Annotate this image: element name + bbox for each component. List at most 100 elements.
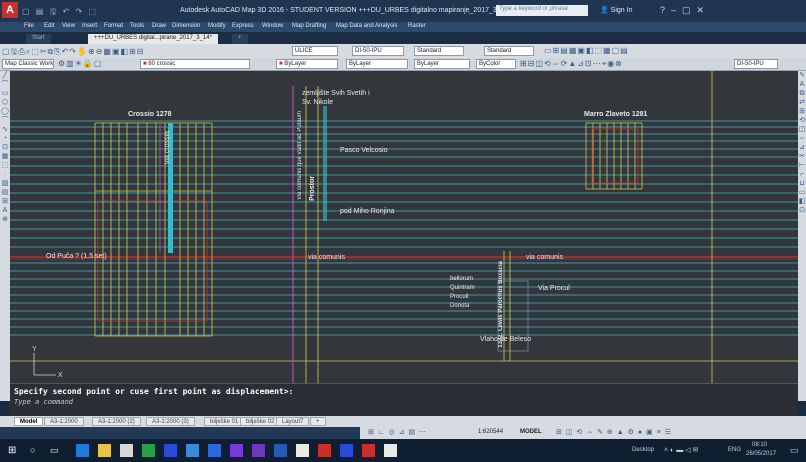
new-tab-button[interactable]: + — [232, 34, 248, 44]
app-icon-blue-4[interactable] — [340, 444, 353, 457]
menu-edit[interactable]: Edit — [44, 23, 54, 29]
label-via-procul[interactable]: Via Procul — [538, 285, 570, 292]
language-indicator[interactable]: ENG — [728, 447, 741, 453]
clock-date[interactable]: 26/05/2017 — [746, 451, 776, 457]
menu-insert[interactable]: Insert — [82, 23, 97, 29]
label-od-puca[interactable]: Od Puča ? (1.5 set) — [46, 253, 107, 260]
tab-layout-a3-1[interactable]: A3-1:2000 — [44, 417, 84, 426]
sign-in-link[interactable]: 👤 Sign In — [600, 6, 632, 14]
linetype-dropdown[interactable]: ByLayer — [346, 59, 408, 69]
tab-model[interactable]: Model — [14, 417, 44, 426]
menu-express[interactable]: Express — [232, 23, 254, 29]
help-icon[interactable]: ? — [660, 5, 671, 15]
app-icon-red[interactable] — [362, 444, 375, 457]
textstyle-dropdown[interactable]: Standard — [414, 46, 464, 56]
menu-dimension[interactable]: Dimension — [172, 23, 200, 29]
current-layer-dropdown[interactable]: ■ 80 crossic — [140, 59, 250, 69]
lineweight-dropdown[interactable]: ByLayer — [414, 59, 470, 69]
label-via-comunis-2[interactable]: via comunis — [526, 254, 563, 261]
layer-dropdown[interactable]: ULICE — [292, 46, 338, 56]
dimstyle-dropdown[interactable]: DI-50-IPU — [352, 46, 404, 56]
status-snap-icons[interactable]: ⊞ ∟ ◎ ⊿ ▤ ⋯ — [368, 428, 427, 436]
tab-layout7[interactable]: Layout7 — [276, 417, 310, 426]
menu-format[interactable]: Format — [104, 23, 123, 29]
tab-drawing[interactable]: +++DU_URBES digital...pirane_2017_3_14* — [88, 34, 218, 44]
modify-toolbar-vertical[interactable]: ✎ A ⧉ ⇄ ⊞ ⟲ ◫ ⇔ ⊿ ✂ ⊢ ⌐ ⊔ ▭ ◧ ⊡ — [798, 71, 806, 401]
command-input[interactable]: Type a command — [14, 398, 134, 408]
add-layout-button[interactable]: + — [310, 417, 326, 426]
menu-file[interactable]: File — [24, 23, 34, 29]
window-controls[interactable]: ?–▢✕ — [660, 5, 710, 16]
tray-icons[interactable]: ˄ ◐ ▬ ◁ ✉ — [664, 446, 698, 454]
edge-icon[interactable] — [76, 444, 89, 457]
label-bellorum[interactable]: bellorum — [450, 276, 473, 282]
close-icon[interactable]: ✕ — [697, 5, 711, 15]
search-icon[interactable]: ○ — [30, 445, 35, 455]
menu-tools[interactable]: Tools — [130, 23, 144, 29]
menu-modify[interactable]: Modify — [208, 23, 226, 29]
app-icon-blue-3[interactable] — [274, 444, 287, 457]
tab-layout-biljeske-1[interactable]: bilješke 01 — [204, 417, 245, 426]
workspace-dropdown[interactable]: Map Classic Workspace — [2, 59, 54, 69]
app-icon-purple[interactable] — [230, 444, 243, 457]
tab-start[interactable]: Start — [26, 34, 51, 44]
app-icon-purple-2[interactable] — [252, 444, 265, 457]
windows-start-icon[interactable]: ⊞ — [8, 445, 16, 456]
layer-tool-icons[interactable]: ⚙▥☀🔒▢ — [58, 59, 102, 68]
menu-map-data[interactable]: Map Data and Analysis — [336, 23, 397, 29]
tab-layout-a3-3[interactable]: A3-1:2000 (3) — [146, 417, 195, 426]
annotation-scale-dropdown[interactable]: DI-50-IPU — [734, 59, 778, 69]
app-icon-blue[interactable] — [164, 444, 177, 457]
annotation-scale[interactable]: 1:620544 — [478, 429, 503, 435]
drawing-area[interactable]: Y X Crossio 1278 via crossia zemljište S… — [10, 71, 798, 383]
modify-tool-icons[interactable]: ⊞⊟◫⟲⇔⟳▲⊿⊡⋯⌖◉⊗ — [520, 59, 623, 69]
app-icon-blue-2[interactable] — [186, 444, 199, 457]
tab-layout-a3-2[interactable]: A3-1:2000 (2) — [92, 417, 141, 426]
label-quintram[interactable]: Quintram — [450, 285, 475, 291]
label-crossio[interactable]: Crossio 1278 — [128, 111, 172, 118]
app-icon-word[interactable] — [208, 444, 221, 457]
label-sv-nikole[interactable]: Sv. Nikole — [302, 99, 333, 106]
label-pasco[interactable]: Pasco Velcosio — [340, 147, 387, 154]
draw-toolbar-vertical[interactable]: ╱ ⌒ ▭ ⬠ ◯ ⌒ ∿ ◔ ⊡ ▦ ⬚ · ▨ ▤ ⊞ A ⊕ — [0, 71, 10, 401]
tab-layout-biljeske-2[interactable]: bilješke 02 — [240, 417, 281, 426]
maximize-icon[interactable]: ▢ — [682, 5, 697, 15]
notification-icon[interactable]: ▭ — [790, 445, 799, 456]
model-space-button[interactable]: MODEL — [520, 429, 542, 435]
store-icon[interactable] — [120, 444, 133, 457]
task-view-icon[interactable]: ▭ — [50, 445, 59, 456]
search-input[interactable]: Type a keyword or phrase — [496, 5, 588, 16]
file-explorer-icon[interactable] — [98, 444, 111, 457]
clock-time[interactable]: 08:10 — [752, 442, 767, 448]
label-vlaho[interactable]: Vlaho de Beleso — [480, 336, 531, 343]
menu-window[interactable]: Window — [262, 23, 283, 29]
menu-raster[interactable]: Raster — [408, 23, 426, 29]
autocad-taskbar-icon[interactable] — [318, 444, 331, 457]
app-logo-icon[interactable]: A — [2, 2, 18, 18]
label-vertical-road[interactable]: via comunis que vadit ad Putaum — [297, 111, 303, 199]
menu-view[interactable]: View — [62, 23, 75, 29]
label-crossio-vert[interactable]: via crossia — [164, 131, 171, 164]
title-bar: A ▢ ▤ 🖫 ↶ ↷ ⬚ Autodesk AutoCAD Map 3D 20… — [0, 0, 806, 22]
minimize-icon[interactable]: – — [671, 5, 682, 15]
tablestyle-dropdown[interactable]: Standard — [484, 46, 534, 56]
chrome-icon[interactable] — [296, 444, 309, 457]
label-donota[interactable]: Donota — [450, 303, 469, 309]
quick-access-toolbar[interactable]: ▢ ▤ 🖫 ↶ ↷ ⬚ — [22, 6, 98, 20]
label-prostor[interactable]: Prostor — [309, 176, 316, 201]
menu-map-drafting[interactable]: Map Drafting — [292, 23, 326, 29]
label-marro[interactable]: Marro Zlaveto 1281 — [584, 111, 647, 118]
label-zemljiste[interactable]: zemljište Svih Svetih i — [302, 90, 370, 97]
label-balkanorum[interactable]: 1332. Lewis Parochus Bozacia — [498, 261, 504, 348]
app-icon-white[interactable] — [384, 444, 397, 457]
draw-tool-icons[interactable]: ▭⊞▤▦▣◧⬚▦▢▤ — [544, 46, 629, 55]
label-miho[interactable]: pod Miho Ronjina — [340, 208, 394, 215]
app-icon-green[interactable] — [142, 444, 155, 457]
plotstyle-dropdown[interactable]: ByColor — [476, 59, 516, 69]
label-procuil[interactable]: Procuil — [450, 294, 468, 300]
color-dropdown[interactable]: ■ ByLayer — [276, 59, 338, 69]
label-via-comunis-1[interactable]: via comunis — [308, 254, 345, 261]
desktop-label[interactable]: Desktop — [632, 447, 654, 453]
menu-draw[interactable]: Draw — [152, 23, 166, 29]
status-tool-icons[interactable]: ⊞ ◫ ⟲ ⇔ ✎ ⊕ ▲ ⚙ ● ▣ ≡ ☰ — [556, 428, 672, 436]
